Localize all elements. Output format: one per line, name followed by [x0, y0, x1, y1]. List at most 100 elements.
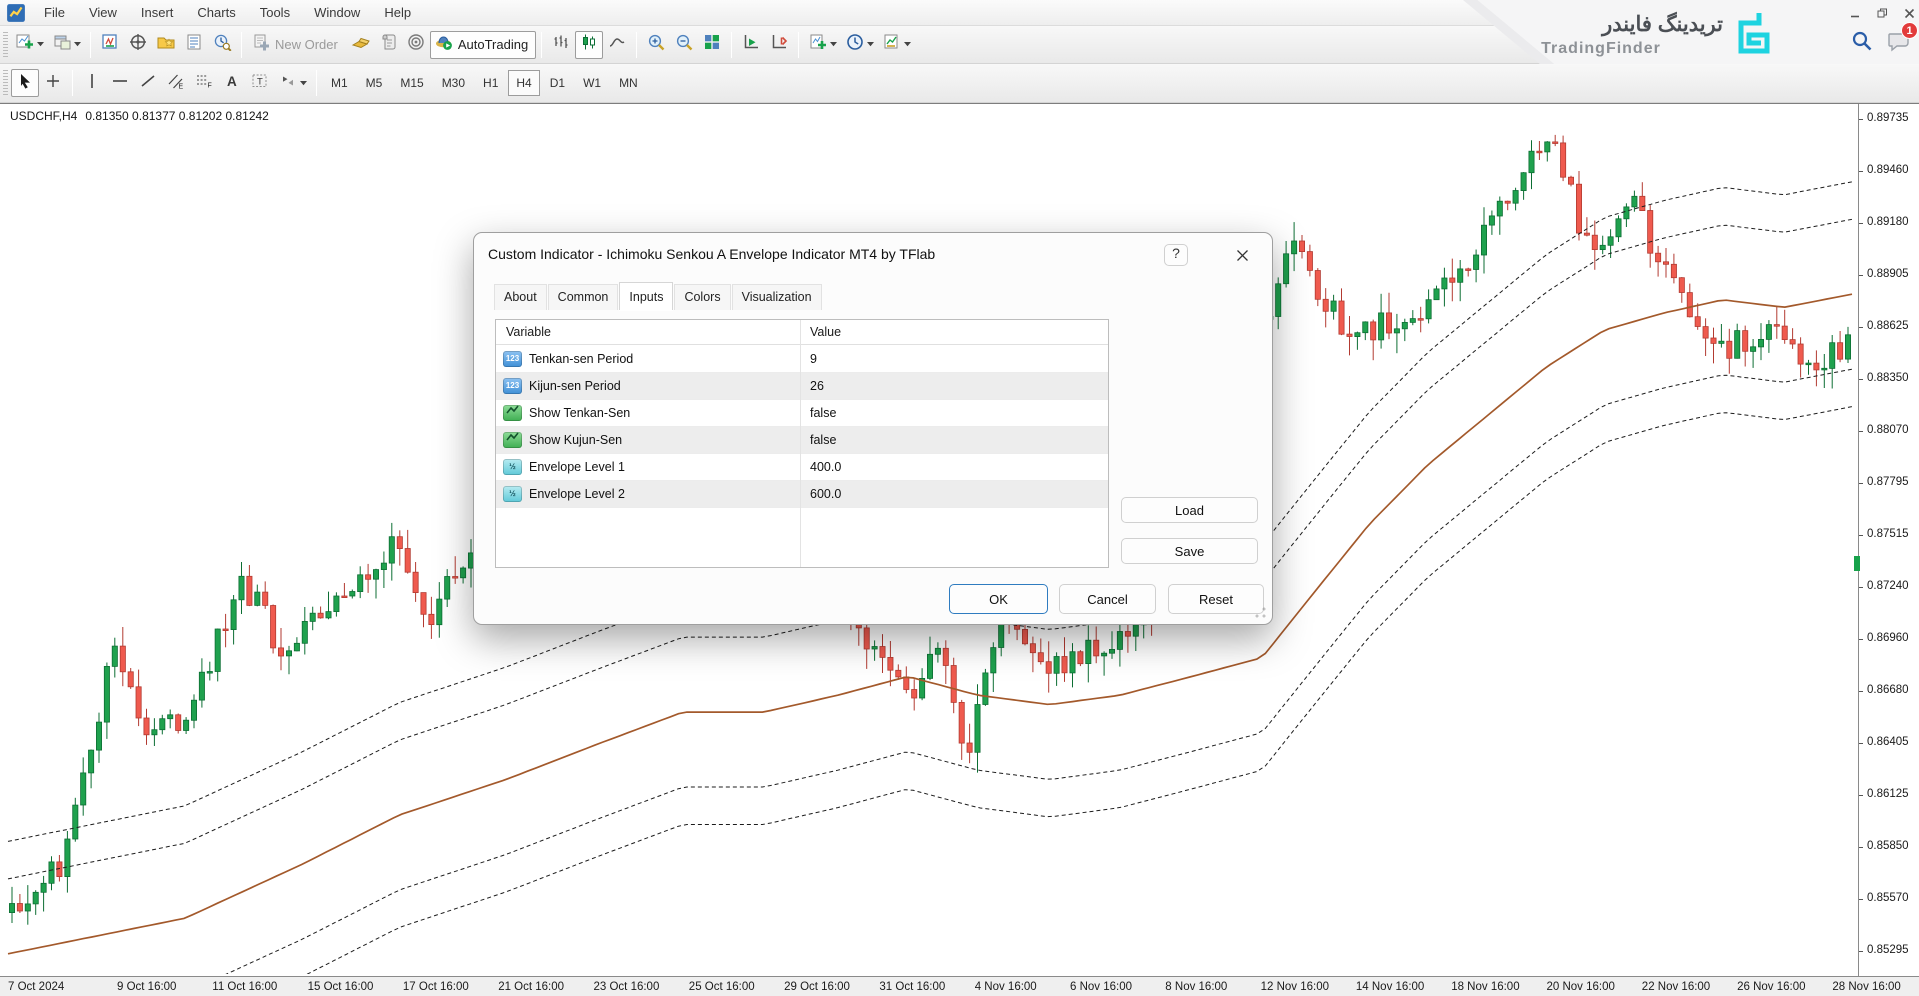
cursor-button[interactable] — [11, 69, 39, 97]
input-row[interactable]: Show Tenkan-Senfalse — [496, 400, 1108, 427]
reset-button[interactable]: Reset — [1168, 584, 1264, 614]
toolbar-separator — [731, 32, 732, 58]
new-chart-button[interactable] — [11, 31, 48, 59]
templates-button[interactable] — [878, 31, 915, 59]
toolbar-grip[interactable] — [3, 32, 8, 58]
trendline-button[interactable] — [134, 69, 162, 97]
favorites-button[interactable] — [152, 31, 180, 59]
chevron-down-icon[interactable] — [830, 42, 837, 47]
new-order-button[interactable]: New Order — [247, 31, 346, 59]
strategy-tester-button[interactable] — [208, 31, 236, 59]
equidistant-channel-button[interactable]: E — [162, 69, 190, 97]
parameter-value[interactable]: 26 — [810, 379, 824, 393]
input-row[interactable]: 123Tenkan-sen Period9 — [496, 346, 1108, 373]
menu-charts[interactable]: Charts — [185, 2, 247, 23]
save-button[interactable]: Save — [1121, 538, 1258, 564]
chart-line-button[interactable] — [603, 31, 631, 59]
expert-advisors-button[interactable] — [346, 31, 374, 59]
zoom-in-button[interactable] — [642, 31, 670, 59]
vertical-line-button[interactable] — [78, 69, 106, 97]
parameter-value[interactable]: 400.0 — [810, 460, 841, 474]
chevron-down-icon[interactable] — [37, 42, 44, 47]
autotrading-button[interactable]: AutoTrading — [430, 31, 536, 59]
auto-scroll-button[interactable] — [737, 31, 765, 59]
ok-button[interactable]: OK — [949, 584, 1048, 614]
tile-windows-button[interactable] — [698, 31, 726, 59]
dialog-close-button[interactable] — [1229, 244, 1255, 266]
input-row[interactable]: ½Envelope Level 1400.0 — [496, 454, 1108, 481]
tab-visualization[interactable]: Visualization — [732, 284, 822, 310]
timeframe-w1[interactable]: W1 — [575, 70, 609, 96]
search-icon[interactable] — [1851, 30, 1873, 57]
menu-view[interactable]: View — [77, 2, 129, 23]
toolbar-separator — [316, 70, 317, 96]
time-axis[interactable]: 7 Oct 20249 Oct 16:0011 Oct 16:0015 Oct … — [0, 976, 1919, 996]
tab-inputs[interactable]: Inputs — [619, 282, 673, 310]
toolbar-separator — [636, 32, 637, 58]
input-row[interactable]: ½Envelope Level 2600.0 — [496, 481, 1108, 508]
timeframe-m30[interactable]: M30 — [434, 70, 473, 96]
text-label-button[interactable]: T — [246, 69, 274, 97]
drawing-toolbar: EFAT M1M5M15M30H1H4D1W1MN — [0, 64, 1919, 103]
crosshair-button[interactable] — [39, 69, 67, 97]
chevron-down-icon[interactable] — [74, 42, 81, 47]
parameter-name: Envelope Level 2 — [529, 487, 625, 501]
load-button[interactable]: Load — [1121, 497, 1258, 523]
chart-candles-button[interactable] — [575, 31, 603, 59]
minimize-icon[interactable] — [1850, 6, 1861, 24]
tab-common[interactable]: Common — [548, 284, 619, 310]
scripts-button[interactable] — [374, 31, 402, 59]
text-button[interactable]: A — [218, 69, 246, 97]
parameter-value[interactable]: false — [810, 433, 836, 447]
menu-insert[interactable]: Insert — [129, 2, 186, 23]
timeframe-mn[interactable]: MN — [611, 70, 646, 96]
notifications-icon[interactable]: 1 — [1887, 30, 1911, 57]
market-watch-button[interactable] — [96, 31, 124, 59]
data-window-button[interactable] — [180, 31, 208, 59]
input-row[interactable]: 123Kijun-sen Period26 — [496, 373, 1108, 400]
toolbar-grip[interactable] — [3, 70, 8, 97]
arrows-button[interactable] — [274, 69, 311, 97]
timeframe-d1[interactable]: D1 — [542, 70, 573, 96]
timeframe-m1[interactable]: M1 — [323, 70, 356, 96]
column-header-variable: Variable — [506, 325, 551, 339]
text-label-icon: T — [250, 72, 270, 95]
zoom-out-button[interactable] — [670, 31, 698, 59]
navigator-button[interactable] — [124, 31, 152, 59]
indicators-button[interactable] — [804, 31, 841, 59]
restore-icon[interactable] — [1877, 6, 1888, 24]
timeframe-m5[interactable]: M5 — [358, 70, 391, 96]
time-tick-label: 11 Oct 16:00 — [212, 981, 277, 993]
periods-button[interactable] — [841, 31, 878, 59]
parameter-value[interactable]: 600.0 — [810, 487, 841, 501]
resize-grip[interactable] — [1255, 607, 1266, 618]
chevron-down-icon[interactable] — [904, 42, 911, 47]
profiles-button[interactable] — [48, 31, 85, 59]
menu-tools[interactable]: Tools — [248, 2, 302, 23]
custom-indicator-dialog[interactable]: Custom Indicator - Ichimoku Senkou A Env… — [473, 232, 1273, 625]
timeframe-m15[interactable]: M15 — [392, 70, 431, 96]
price-axis[interactable]: 0.897350.894600.891800.889050.886250.883… — [1858, 104, 1919, 976]
timeframe-h4[interactable]: H4 — [508, 70, 539, 96]
menu-window[interactable]: Window — [302, 2, 372, 23]
parameter-value[interactable]: 9 — [810, 352, 817, 366]
chart-shift-icon — [769, 33, 789, 56]
chart-bars-button[interactable] — [547, 31, 575, 59]
optimization-button[interactable] — [402, 31, 430, 59]
horizontal-line-button[interactable] — [106, 69, 134, 97]
inputs-table[interactable]: Variable Value 123Tenkan-sen Period9123K… — [495, 319, 1109, 568]
chart-shift-button[interactable] — [765, 31, 793, 59]
input-row[interactable]: Show Kujun-Senfalse — [496, 427, 1108, 454]
tab-about[interactable]: About — [494, 284, 547, 310]
fibonacci-button[interactable]: F — [190, 69, 218, 97]
chevron-down-icon[interactable] — [300, 81, 307, 86]
parameter-value[interactable]: false — [810, 406, 836, 420]
dialog-help-button[interactable]: ? — [1164, 244, 1188, 266]
timeframe-h1[interactable]: H1 — [475, 70, 506, 96]
chevron-down-icon[interactable] — [867, 42, 874, 47]
menu-file[interactable]: File — [32, 2, 77, 23]
tab-colors[interactable]: Colors — [674, 284, 730, 310]
price-tick-label: 0.88905 — [1867, 268, 1909, 280]
cancel-button[interactable]: Cancel — [1059, 584, 1156, 614]
menu-help[interactable]: Help — [372, 2, 423, 23]
